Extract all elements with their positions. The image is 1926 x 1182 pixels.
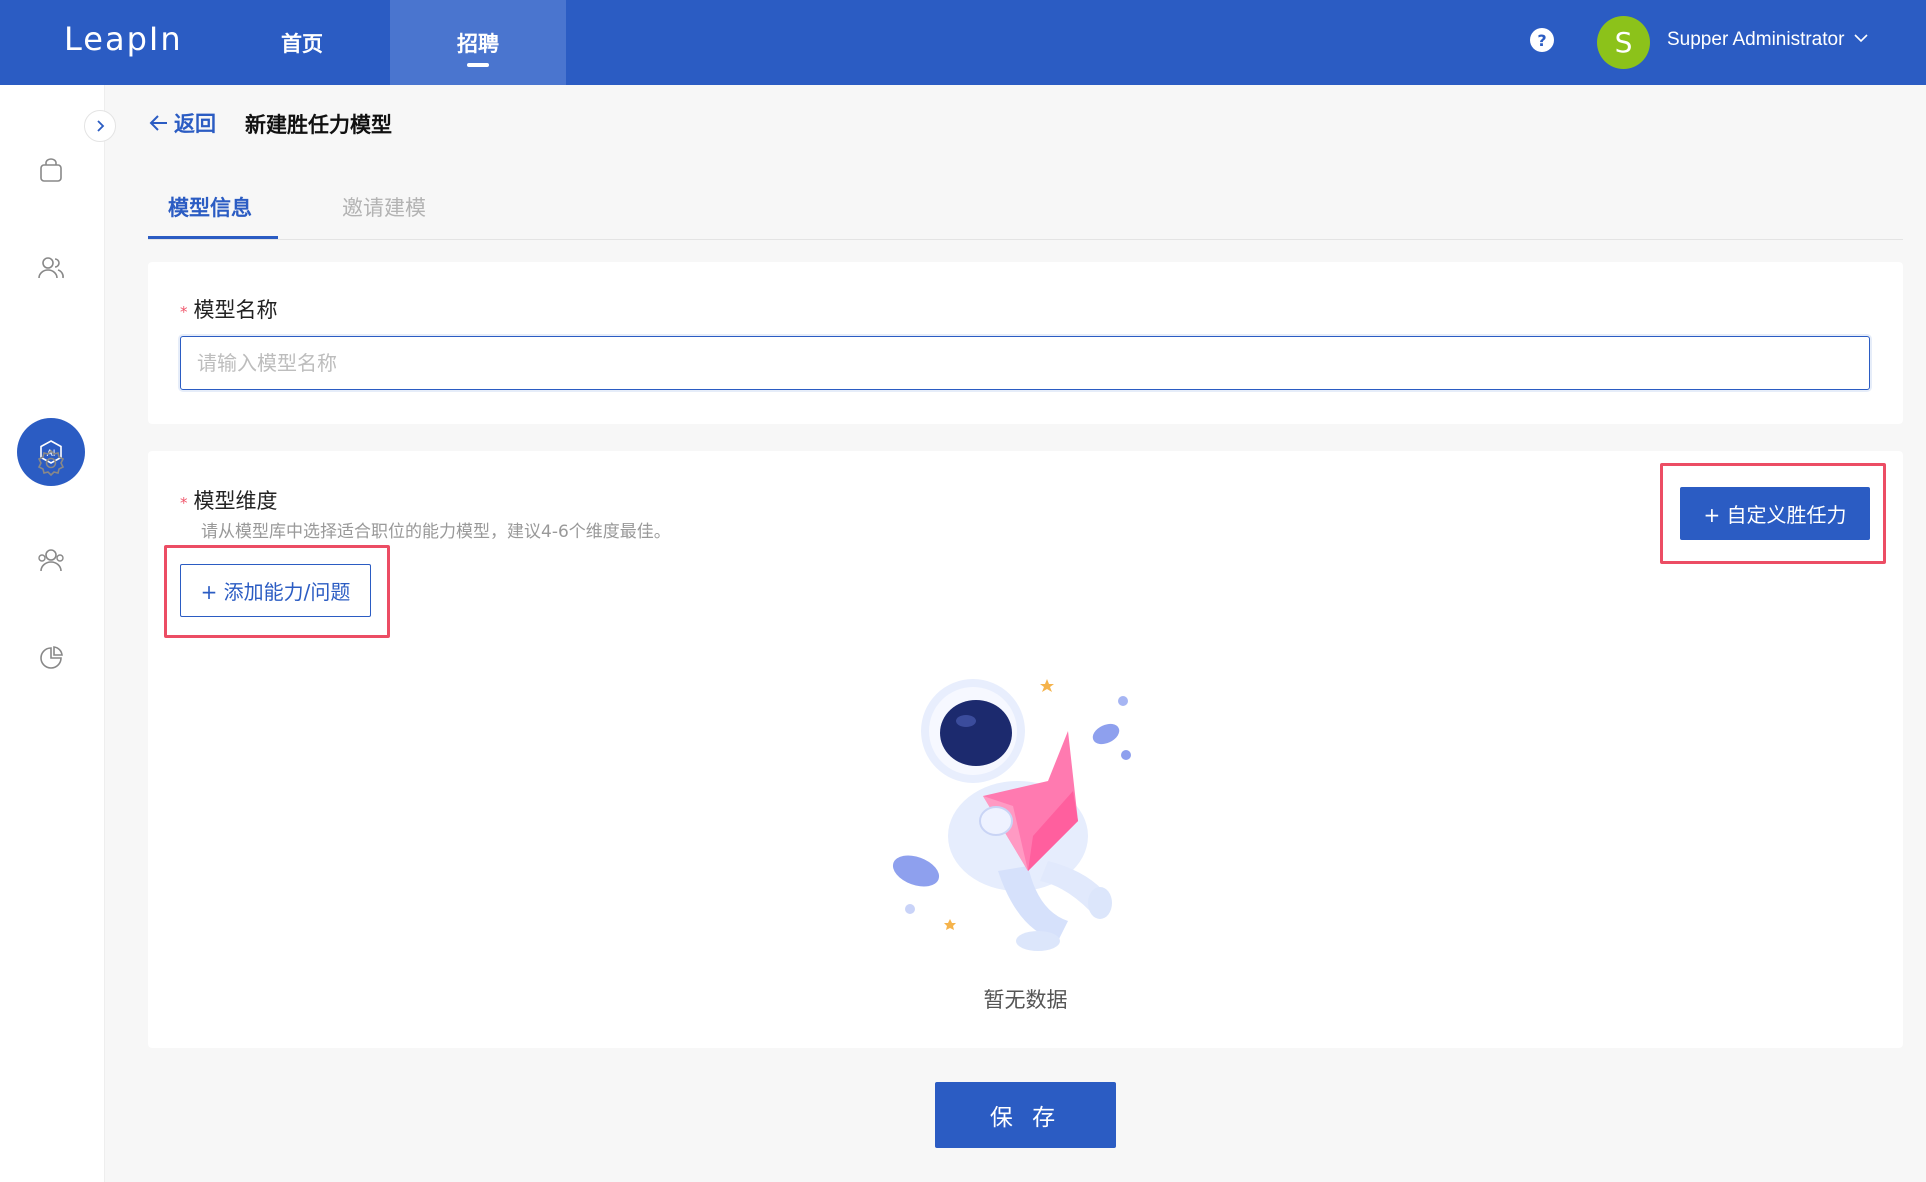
save-button[interactable]: 保 存: [935, 1082, 1116, 1148]
nav-recruit[interactable]: 招聘: [390, 0, 566, 85]
user-name[interactable]: Supper Administrator: [1667, 29, 1844, 51]
bag-icon[interactable]: [33, 153, 69, 189]
model-name-card: * 模型名称: [148, 262, 1903, 424]
model-dimension-card: * 模型维度 请从模型库中选择适合职位的能力模型，建议4-6个维度最佳。 + 添加…: [148, 451, 1903, 1048]
tab-active-indicator: [148, 236, 278, 239]
empty-state-text: 暂无数据: [983, 988, 1068, 1012]
help-icon[interactable]: ?: [1530, 28, 1554, 52]
sidebar-toggle-button[interactable]: [84, 110, 116, 142]
required-mark: *: [180, 494, 188, 512]
tab-model-info[interactable]: 模型信息: [168, 192, 252, 222]
chevron-down-icon[interactable]: [1853, 30, 1869, 46]
add-ability-button[interactable]: + 添加能力/问题: [180, 564, 371, 617]
top-navbar: LeapIn 首页 招聘 ? S Supper Administrator: [0, 0, 1926, 85]
dimension-hint: 请从模型库中选择适合职位的能力模型，建议4-6个维度最佳。: [201, 522, 671, 542]
nav-home[interactable]: 首页: [250, 0, 354, 85]
astronaut-illustration: [892, 679, 1131, 951]
app-logo[interactable]: LeapIn: [64, 20, 183, 58]
model-name-label: * 模型名称: [180, 298, 278, 322]
page-title: 新建胜任力模型: [245, 113, 392, 137]
nav-active-indicator: [467, 63, 489, 67]
model-dimension-label: * 模型维度: [180, 489, 278, 513]
group-icon[interactable]: [33, 542, 69, 578]
people-icon[interactable]: [33, 250, 69, 286]
back-label: 返回: [174, 112, 216, 136]
required-mark: *: [180, 303, 188, 321]
model-name-input[interactable]: [180, 336, 1870, 390]
custom-competency-button[interactable]: + 自定义胜任力: [1680, 487, 1870, 540]
sidebar: AI: [0, 85, 105, 1182]
tab-invite-modeling[interactable]: 邀请建模: [342, 192, 426, 222]
chevron-right-icon: [97, 120, 105, 132]
back-link[interactable]: 返回: [148, 108, 216, 138]
pie-chart-icon[interactable]: [33, 640, 69, 676]
arrow-left-icon: [149, 115, 167, 131]
tab-bar: 模型信息 邀请建模: [148, 180, 1903, 240]
gear-icon[interactable]: [33, 445, 69, 481]
avatar[interactable]: S: [1597, 16, 1650, 69]
